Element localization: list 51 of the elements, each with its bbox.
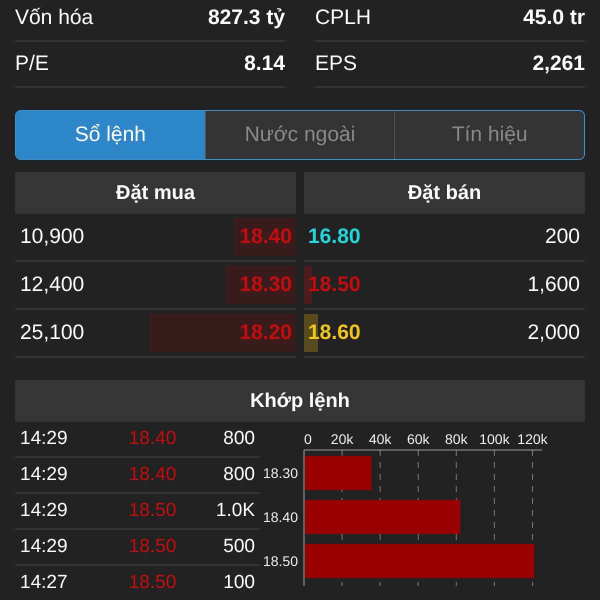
stat-value: 827.3 tỷ: [208, 6, 285, 30]
axis-tick-label: 120k: [517, 431, 548, 447]
ask-volume: 200: [544, 225, 581, 249]
ask-volume: 1,600: [526, 273, 581, 297]
stat-value: 2,261: [532, 52, 585, 76]
axis-tick-label: 0: [304, 431, 312, 447]
category-label: 18.30: [262, 465, 298, 481]
axis-tick-label: 40k: [368, 431, 392, 447]
trade-time: 14:27: [20, 572, 69, 594]
bid-price: 18.20: [239, 321, 293, 345]
trade-time: 14:29: [20, 428, 69, 450]
trade-volume: 800: [222, 428, 255, 450]
bid-volume: 12,400: [19, 273, 84, 297]
stat-value: 8.14: [244, 52, 285, 76]
trade-time: 14:29: [20, 536, 69, 558]
bid-price: 18.40: [239, 225, 293, 249]
axis-tick-label: 60k: [406, 431, 430, 447]
trade-price: 18.40: [128, 428, 178, 450]
trade-price: 18.50: [128, 572, 178, 594]
trade-volume: 800: [222, 464, 255, 486]
ask-price: 18.50: [307, 273, 362, 297]
bid-price: 18.30: [239, 273, 293, 297]
trade-volume: 1.0K: [214, 500, 255, 522]
category-label: 18.40: [262, 509, 298, 525]
trade-time: 14:29: [20, 500, 69, 522]
axis-tick-label: 100k: [479, 431, 510, 447]
category-label: 18.50: [262, 553, 298, 569]
ask-price: 16.80: [307, 225, 362, 249]
matched-header: Khớp lệnh: [15, 380, 585, 422]
ask-price: 18.60: [307, 321, 362, 345]
bid-volume: 10,900: [19, 225, 84, 249]
ask-header: Đặt bán: [304, 172, 585, 214]
trade-time: 14:29: [20, 464, 69, 486]
trade-volume: 100: [222, 572, 255, 594]
ask-volume: 2,000: [526, 321, 581, 345]
trade-volume: 500: [222, 536, 255, 558]
trade-price: 18.50: [128, 500, 178, 522]
stat-value: 45.0 tr: [523, 6, 585, 30]
stat-label: CPLH: [315, 6, 372, 30]
axis-tick-label: 20k: [330, 431, 354, 447]
axis-tick-label: 80k: [445, 431, 468, 447]
tab[interactable]: Tín hiệu: [394, 111, 584, 159]
stat-label: Vốn hóa: [15, 6, 94, 30]
tab[interactable]: Nước ngoài: [204, 111, 394, 159]
stat-label: P/E: [15, 52, 49, 76]
trade-price: 18.50: [128, 536, 178, 558]
tab[interactable]: Sổ lệnh: [16, 111, 205, 159]
trade-price: 18.40: [128, 464, 178, 486]
bid-header: Đặt mua: [15, 172, 296, 214]
stat-label: EPS: [315, 52, 358, 76]
bid-volume: 25,100: [19, 321, 84, 345]
